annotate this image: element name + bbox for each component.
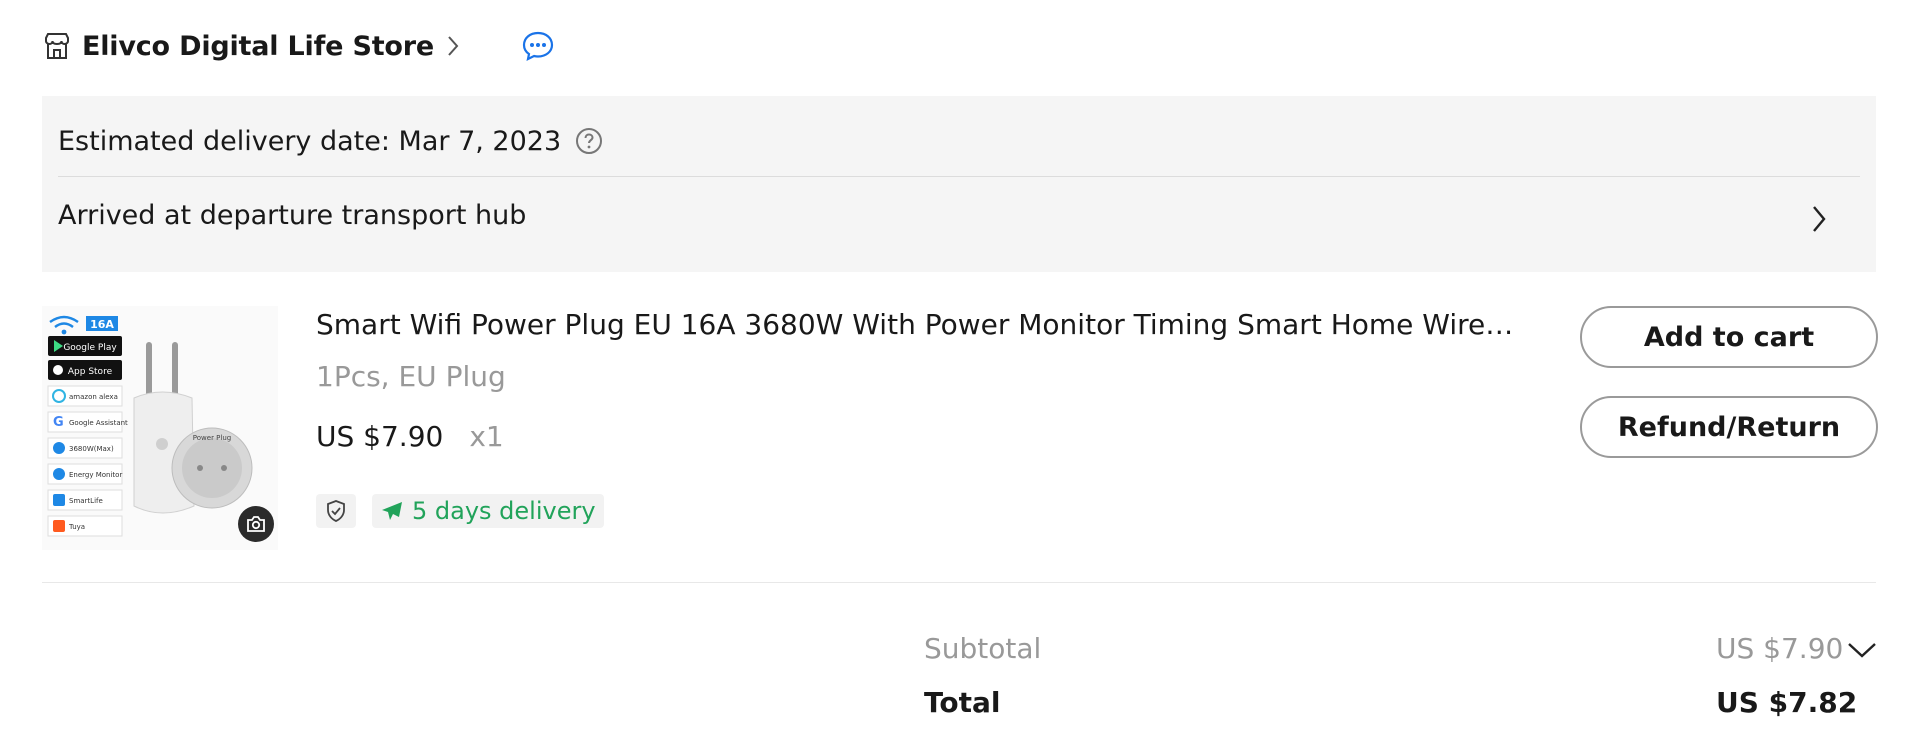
product-title-link[interactable]: Smart Wifi Power Plug EU 16A 3680W With … — [316, 308, 1516, 341]
total-label: Total — [924, 686, 1001, 719]
product-quantity: x1 — [469, 420, 504, 453]
thumb-badge: 16A — [90, 318, 114, 331]
camera-icon[interactable] — [238, 506, 274, 542]
subtotal-value: US $7.90 — [1716, 632, 1844, 665]
total-value: US $7.82 — [1716, 686, 1858, 719]
airplane-icon — [380, 500, 404, 522]
product-badges: 5 days delivery — [316, 494, 604, 528]
thumb-feature-alexa: amazon alexa — [69, 393, 118, 401]
chevron-right-icon[interactable] — [446, 34, 460, 58]
panel-divider — [58, 176, 1860, 177]
chevron-down-icon[interactable] — [1846, 640, 1878, 664]
delivery-badge: 5 days delivery — [372, 494, 604, 528]
estimated-delivery-text: Estimated delivery date: Mar 7, 2023 — [58, 125, 562, 157]
thumb-feature-power: 3680W(Max) — [69, 445, 114, 453]
question-circle-icon[interactable] — [575, 127, 603, 155]
svg-text:G: G — [53, 415, 64, 430]
thumb-google-play: Google Play — [63, 343, 117, 353]
store-name-link[interactable]: Elivco Digital Life Store — [82, 31, 434, 62]
delivery-badge-text: 5 days delivery — [412, 497, 596, 525]
add-to-cart-button[interactable]: Add to cart — [1580, 306, 1878, 368]
refund-return-button[interactable]: Refund/Return — [1580, 396, 1878, 458]
thumb-feature-energy: Energy Monitor — [69, 471, 122, 479]
price-row: US $7.90 x1 — [316, 420, 504, 453]
shield-check-icon — [316, 494, 356, 528]
product-variant: 1Pcs, EU Plug — [316, 360, 506, 393]
tracking-status-row[interactable]: Arrived at departure transport hub — [42, 178, 1876, 272]
wifi-icon — [49, 315, 79, 328]
section-divider — [42, 582, 1876, 583]
product-thumbnail[interactable]: 16A Google Play App Store amazon alexa G… — [42, 306, 278, 550]
delivery-panel: Estimated delivery date: Mar 7, 2023 Arr… — [42, 96, 1876, 272]
product-price: US $7.90 — [316, 420, 444, 453]
store-header: Elivco Digital Life Store — [40, 22, 554, 70]
chevron-right-icon[interactable] — [1810, 204, 1828, 238]
thumb-plug-label: Power Plug — [193, 434, 231, 442]
subtotal-label: Subtotal — [924, 632, 1042, 665]
tracking-status-text: Arrived at departure transport hub — [58, 200, 527, 231]
thumb-feature-google: Google Assistant — [69, 419, 128, 427]
thumb-feature-tuya: Tuya — [68, 523, 85, 531]
chat-bubble-icon[interactable] — [522, 31, 554, 61]
storefront-icon — [40, 29, 74, 63]
thumb-feature-smartlife: SmartLife — [69, 497, 103, 505]
thumb-app-store: App Store — [68, 367, 113, 377]
estimated-delivery-row: Estimated delivery date: Mar 7, 2023 — [58, 118, 603, 164]
